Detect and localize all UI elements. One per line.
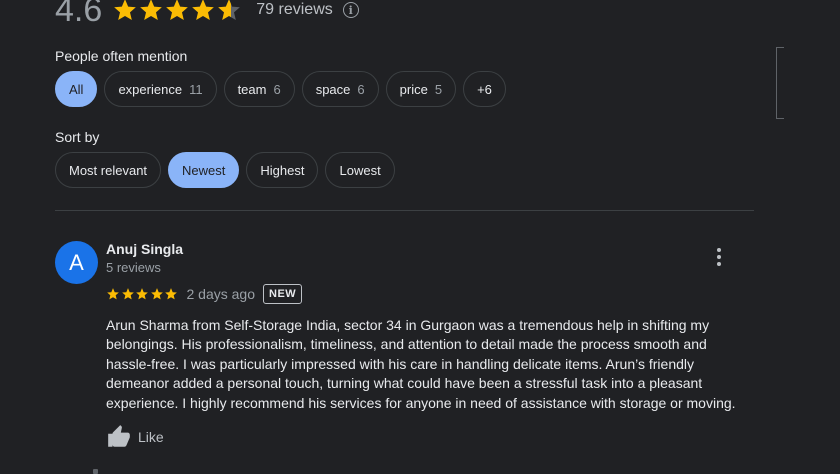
rating-summary: 4.6 79 reviews i: [55, 0, 359, 32]
sort-chip-label: Most relevant: [69, 162, 148, 178]
sort-chip-label: Highest: [260, 162, 305, 178]
like-button[interactable]: Like: [106, 424, 164, 450]
star-icon: [136, 288, 148, 300]
sort-chip[interactable]: Newest: [168, 152, 240, 188]
reviewer-name[interactable]: Anuj Singla: [106, 241, 183, 257]
review-stars: [106, 287, 179, 301]
star-full-icon: [140, 0, 163, 20]
divider: [55, 210, 754, 211]
mention-chip-label: All: [69, 81, 84, 97]
sort-chip[interactable]: Most relevant: [55, 152, 162, 188]
sort-chip-label: Newest: [182, 162, 226, 178]
star-icon: [107, 288, 119, 300]
star-icon: [121, 288, 134, 300]
sort-chip[interactable]: Highest: [246, 152, 319, 188]
star-half-icon: [218, 0, 241, 20]
mention-chip-count: 6: [357, 81, 365, 97]
more-options-icon[interactable]: [708, 246, 730, 268]
avatar[interactable]: A: [55, 241, 98, 284]
review-time: 2 days ago: [186, 286, 256, 302]
mention-chip[interactable]: price 5: [385, 71, 457, 107]
mention-chip-count: 11: [189, 81, 203, 97]
mention-chip-count: 6: [273, 81, 281, 97]
mention-chip[interactable]: All: [55, 71, 98, 107]
info-icon[interactable]: i: [342, 2, 359, 18]
star-full-icon: [114, 0, 137, 20]
like-label: Like: [138, 429, 164, 445]
star-icon: [165, 288, 177, 300]
rating-stars: [112, 0, 242, 23]
reviewer-review-count: 5 reviews: [106, 260, 161, 275]
review-text: Arun Sharma from Self-Storage India, sec…: [106, 317, 736, 411]
mention-chip-label: experience: [118, 81, 183, 97]
side-panel-edge: [776, 47, 784, 119]
review-meta: 2 days ago NEW: [106, 284, 303, 304]
new-badge: NEW: [263, 284, 303, 304]
mention-chip-count: 5: [434, 81, 443, 97]
mention-chip[interactable]: experience 11: [104, 71, 217, 107]
thumbs-up-icon: [108, 425, 130, 447]
mention-chip[interactable]: team 6: [223, 71, 295, 107]
mentions-heading: People often mention: [55, 48, 188, 64]
review-count-link[interactable]: 79 reviews: [256, 1, 332, 19]
star-icon: [150, 288, 163, 300]
mention-chip-label: +6: [477, 81, 492, 97]
sort-chip-label: Lowest: [339, 162, 381, 178]
sort-heading: Sort by: [55, 129, 100, 145]
mention-chip-label: price: [399, 81, 428, 97]
star-full-icon: [166, 0, 189, 20]
mention-chips: All experience 11 team 6 space 6 price 5 +6: [55, 71, 506, 107]
sort-chips: Most relevant Newest Highest Lowest: [55, 152, 395, 188]
mention-chip[interactable]: +6: [463, 71, 506, 107]
star-full-icon: [192, 0, 215, 20]
mention-chip-label: space: [315, 81, 351, 97]
rating-value: 4.6: [55, 0, 103, 29]
reviews-panel: 4.6 79 reviews i People often mention Al…: [0, 0, 840, 474]
sort-chip[interactable]: Lowest: [325, 152, 395, 188]
mention-chip-label: team: [237, 81, 267, 97]
next-item-edge: [93, 469, 98, 474]
mention-chip[interactable]: space 6: [301, 71, 379, 107]
